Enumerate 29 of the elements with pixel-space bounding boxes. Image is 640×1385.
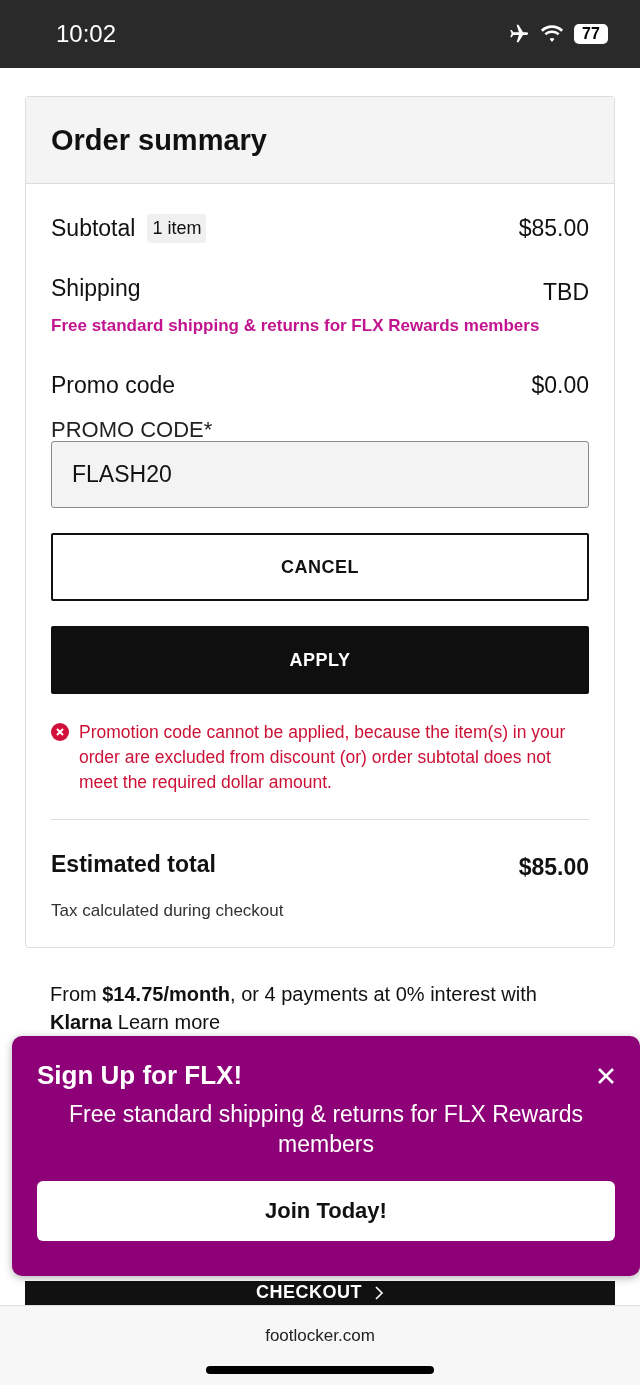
tax-note: Tax calculated during checkout (51, 901, 285, 921)
item-count-badge: 1 item (147, 214, 207, 243)
popup-title: Sign Up for FLX! (37, 1060, 243, 1091)
error-message: Promotion code cannot be applied, because the item(s) in your order are excluded from discount (or) order subtotal does not meet the required dollar amount. (79, 721, 567, 794)
checkout-button[interactable]: CHECKOUT (25, 1281, 615, 1305)
shipping-value: TBD (543, 279, 589, 306)
promo-value: $0.00 (531, 372, 589, 399)
apply-button[interactable]: APPLY (51, 626, 589, 694)
card-title: Order summary (51, 123, 267, 157)
popup-text: Free standard shipping & returns for FLX Rewards members (68, 1100, 584, 1159)
installment-text: From $14.75/month, or 4 payments at 0% interest with Klarna Learn more (49, 982, 538, 1035)
total-label: Estimated total (51, 851, 216, 878)
status-time: 10:02 (56, 20, 117, 48)
subtotal-value: $85.00 (518, 215, 589, 242)
promo-code-field[interactable]: FLASH20 (51, 441, 589, 508)
subtotal-label: Subtotal (51, 215, 136, 242)
shipping-note: Free standard shipping & returns for FLX Rewards members (51, 316, 541, 336)
error-icon (51, 723, 69, 741)
chevron-icon (374, 1284, 384, 1301)
battery-icon: 77 (574, 24, 608, 44)
join-button[interactable]: Join Today! (37, 1181, 615, 1241)
shipping-label: Shipping (51, 275, 141, 302)
close-icon[interactable] (597, 1066, 615, 1085)
total-value: $85.00 (518, 854, 589, 881)
wifi-icon (540, 24, 564, 44)
field-label: PROMO CODE* (51, 419, 214, 441)
promo-label: Promo code (51, 372, 175, 399)
url-text[interactable]: footlocker.com (265, 1326, 375, 1346)
cancel-button[interactable]: CANCEL (51, 533, 589, 601)
